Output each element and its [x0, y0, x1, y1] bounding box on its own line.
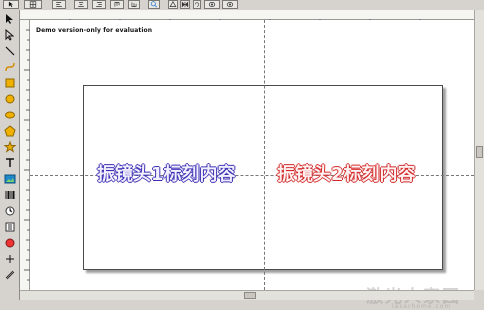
align-right-icon — [96, 2, 102, 7]
view-button-1[interactable] — [204, 0, 220, 9]
watermark-url: laserhome.com — [392, 303, 452, 310]
align-center-button[interactable] — [74, 0, 88, 9]
selection-tool[interactable] — [2, 12, 18, 26]
horizontal-scrollbar[interactable] — [20, 290, 474, 300]
grid-button[interactable] — [24, 0, 42, 9]
align-left-button[interactable] — [52, 0, 66, 9]
align-right-button[interactable] — [92, 0, 106, 9]
polygon-tool[interactable] — [2, 124, 18, 138]
clock-icon — [5, 206, 15, 216]
flip-icon — [169, 1, 177, 7]
vertical-scrollbar[interactable] — [474, 10, 484, 290]
ellipse-tool[interactable] — [2, 108, 18, 122]
rectangle-icon — [5, 78, 15, 88]
color-tool[interactable] — [2, 236, 18, 250]
view-icon — [226, 2, 234, 7]
horizontal-scroll-thumb[interactable] — [244, 292, 256, 299]
curve-tool[interactable] — [2, 60, 18, 74]
rotate-button[interactable] — [193, 0, 201, 9]
star-icon — [3, 141, 17, 153]
circle-tool[interactable] — [2, 92, 18, 106]
vertical-scroll-thumb[interactable] — [476, 146, 483, 158]
drawing-canvas[interactable]: Demo version-only for evaluation 振镜头1标刻内… — [30, 20, 474, 310]
signal-tool[interactable] — [2, 252, 18, 266]
polygon-icon — [4, 125, 16, 137]
view-button-2[interactable] — [222, 0, 238, 9]
tool-icon — [5, 270, 15, 280]
align-left-icon — [56, 2, 62, 7]
grid-icon — [29, 1, 37, 8]
vertical-center-guide — [264, 20, 265, 290]
counter-tool[interactable] — [2, 220, 18, 234]
image-tool[interactable] — [2, 172, 18, 186]
flip-button[interactable] — [168, 0, 178, 9]
star-tool[interactable] — [2, 140, 18, 154]
tool-palette — [0, 10, 20, 300]
image-icon — [4, 174, 16, 184]
line-tool[interactable] — [2, 44, 18, 58]
extra-tool[interactable] — [2, 268, 18, 282]
color-circle-icon — [5, 238, 15, 248]
curve-icon — [5, 62, 15, 72]
node-edit-tool[interactable] — [2, 28, 18, 42]
view-icon — [208, 2, 216, 7]
pointer-icon — [6, 14, 13, 24]
counter-icon — [5, 222, 15, 232]
select-icon-button[interactable] — [3, 0, 19, 9]
align-top-button[interactable] — [110, 0, 124, 9]
text-icon — [6, 158, 14, 167]
mirror-icon — [181, 1, 189, 8]
select-icon — [8, 1, 14, 8]
mirror-button[interactable] — [180, 0, 190, 9]
ellipse-icon — [5, 111, 15, 119]
zoom-icon — [150, 1, 158, 8]
time-tool[interactable] — [2, 204, 18, 218]
rotate-icon — [194, 2, 200, 7]
left-ruler-ticks — [24, 29, 30, 281]
top-ruler — [20, 10, 474, 25]
text-tool[interactable] — [2, 156, 18, 170]
node-edit-icon — [5, 29, 15, 41]
head1-mark-text[interactable]: 振镜头1标刻内容 — [97, 160, 236, 186]
left-ruler — [20, 20, 30, 290]
line-icon — [5, 46, 15, 56]
barcode-icon — [5, 191, 15, 199]
circle-icon — [5, 94, 15, 104]
align-bottom-button[interactable] — [128, 0, 140, 9]
demo-note: Demo version-only for evaluation — [36, 27, 153, 34]
barcode-tool[interactable] — [2, 188, 18, 202]
signal-icon — [6, 255, 14, 263]
align-top-icon — [114, 2, 120, 7]
head2-mark-text[interactable]: 振镜头2标刻内容 — [277, 160, 416, 186]
rectangle-tool[interactable] — [2, 76, 18, 90]
align-center-icon — [78, 2, 84, 7]
zoom-button[interactable] — [148, 0, 160, 9]
align-bottom-icon — [131, 2, 137, 7]
